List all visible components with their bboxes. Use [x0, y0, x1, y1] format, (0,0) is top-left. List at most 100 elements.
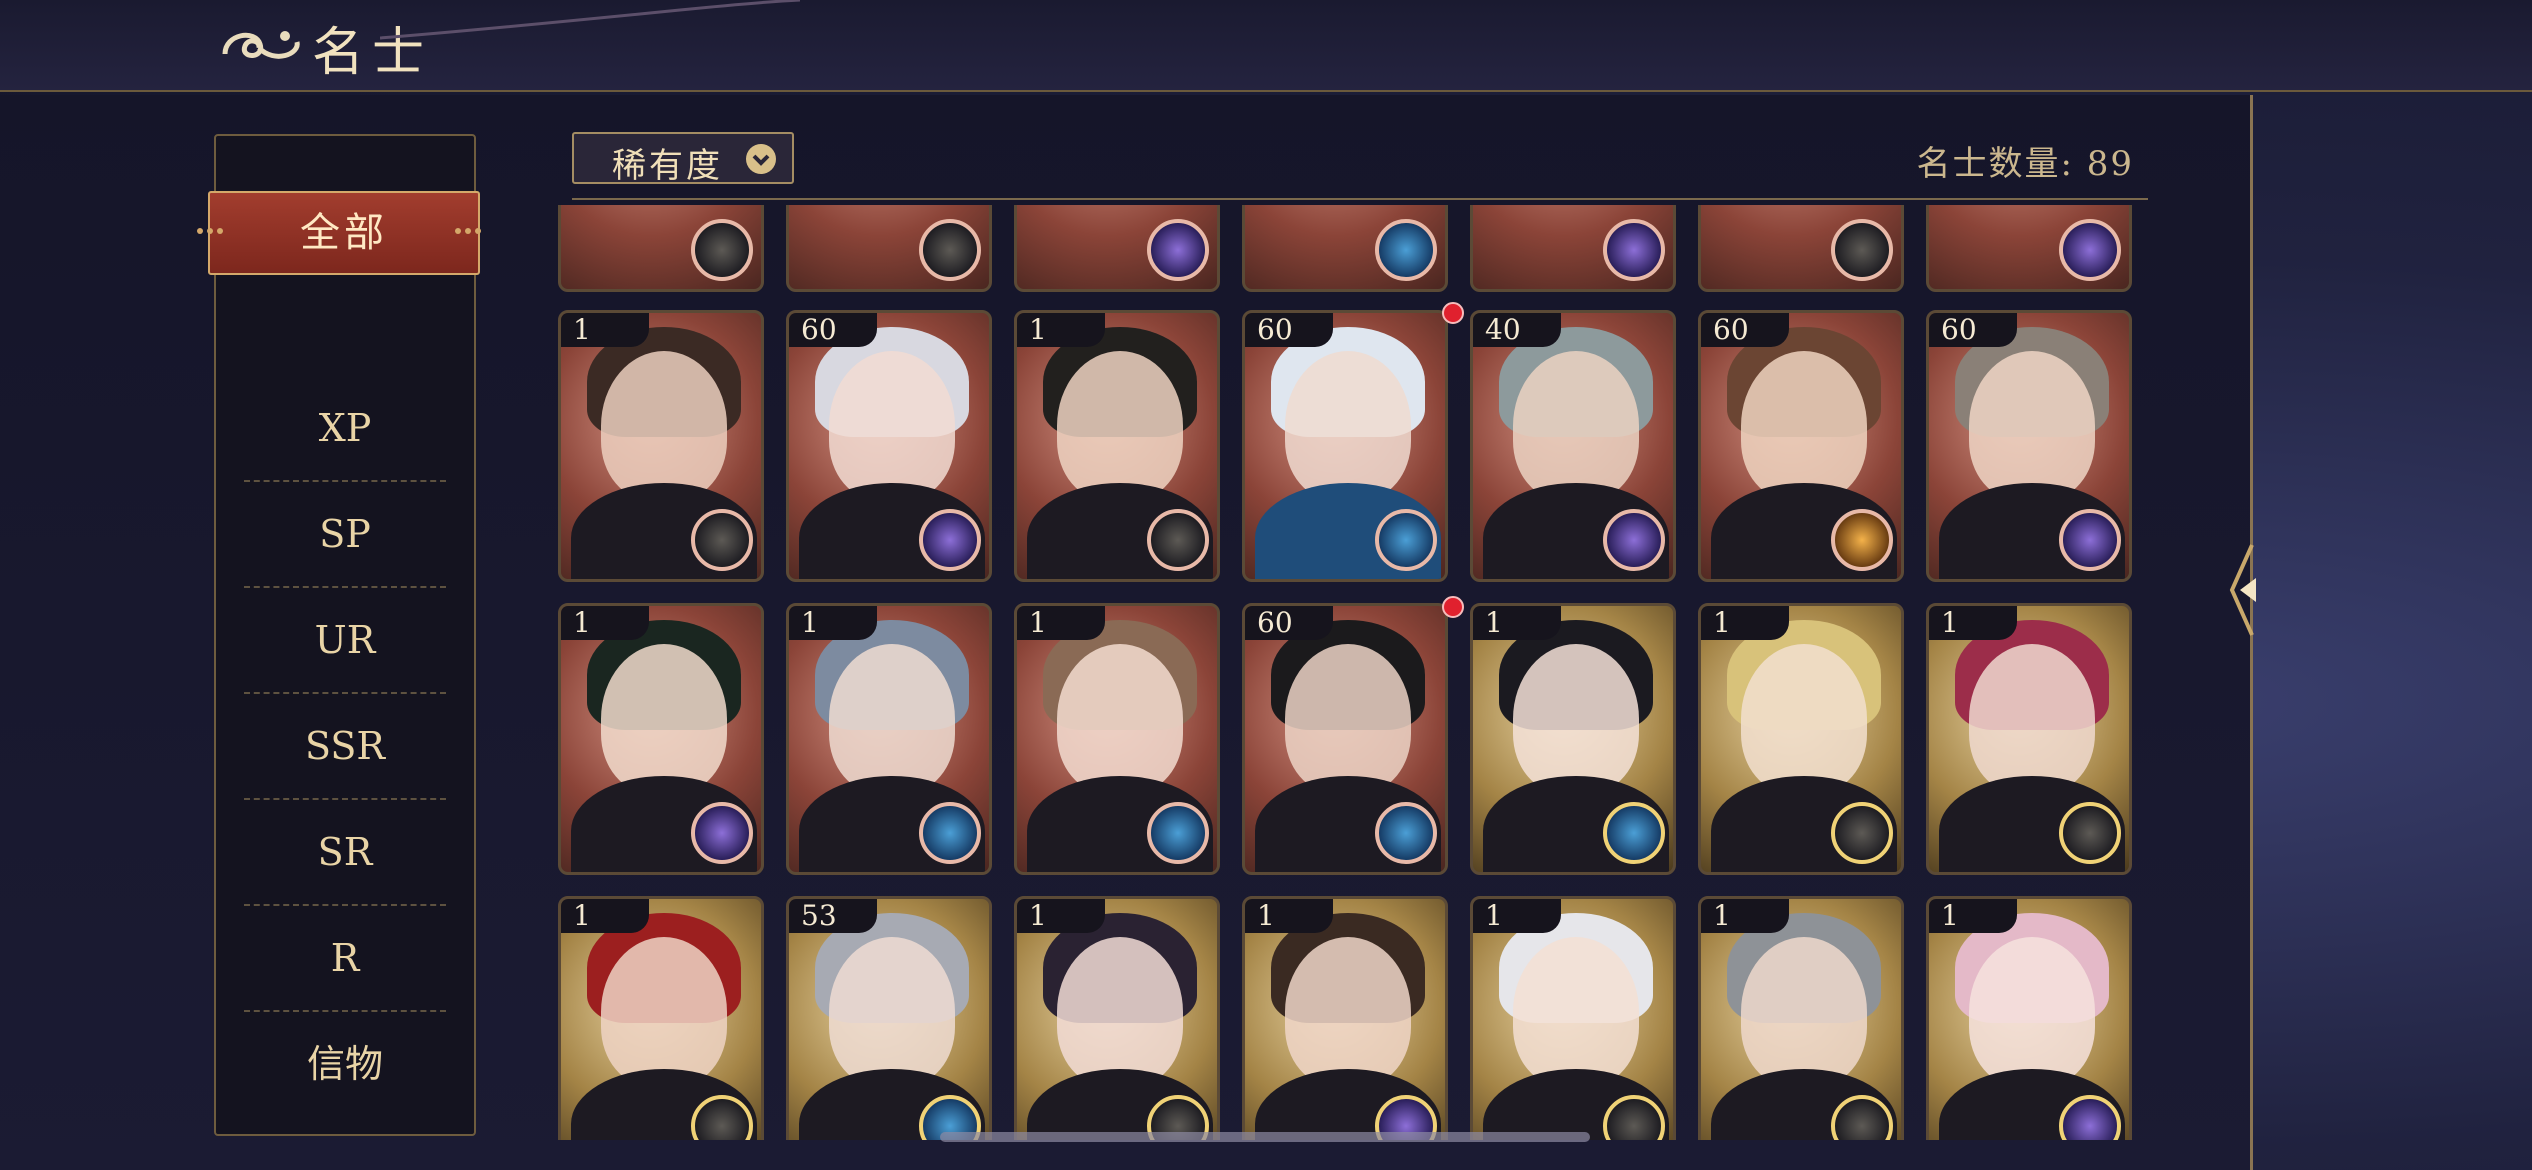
portrait-face — [1285, 351, 1411, 501]
hero-card[interactable] — [1698, 205, 1904, 292]
sidebar-item-xp[interactable]: XP — [244, 376, 446, 482]
planet-icon — [1603, 219, 1665, 281]
portrait-face — [1741, 937, 1867, 1087]
hero-card[interactable]: 1 — [1698, 603, 1904, 875]
hero-count-label: 名士数量: 89 — [1916, 144, 2134, 184]
chevron-down-icon — [746, 144, 776, 174]
ocean-icon — [1375, 219, 1437, 281]
cloud-swirl-icon — [222, 31, 300, 59]
compass-icon — [1831, 219, 1893, 281]
hero-card[interactable] — [1014, 205, 1220, 292]
portrait-face — [601, 351, 727, 501]
hero-card[interactable]: 1 — [1470, 896, 1676, 1140]
portrait-face — [601, 644, 727, 794]
notification-dot — [1442, 596, 1464, 618]
hero-card[interactable]: 53 — [786, 896, 992, 1140]
level-badge: 1 — [789, 606, 877, 640]
portrait-face — [1057, 351, 1183, 501]
ocean-icon — [919, 802, 981, 864]
portrait-face — [1969, 644, 2095, 794]
portrait-face — [1057, 644, 1183, 794]
hero-card[interactable]: 1 — [558, 603, 764, 875]
portrait-face — [1741, 351, 1867, 501]
compass-icon — [691, 219, 753, 281]
header-bar: 名士 — [0, 0, 2532, 92]
level-badge: 60 — [1929, 313, 2017, 347]
compass-icon — [691, 509, 753, 571]
sidebar-item-sp[interactable]: SP — [244, 482, 446, 588]
hero-card[interactable]: 40 — [1470, 310, 1676, 582]
hero-card[interactable]: 1 — [1242, 896, 1448, 1140]
portrait-face — [1741, 644, 1867, 794]
hero-card[interactable]: 60 — [1926, 310, 2132, 582]
planet-icon — [1147, 219, 1209, 281]
portrait-face — [1513, 644, 1639, 794]
hero-card[interactable]: 1 — [1014, 310, 1220, 582]
portrait-face — [829, 644, 955, 794]
hero-card[interactable]: 1 — [786, 603, 992, 875]
level-badge: 40 — [1473, 313, 1561, 347]
level-badge: 1 — [1701, 899, 1789, 933]
level-badge: 60 — [1245, 606, 1333, 640]
hero-card[interactable]: 60 — [1698, 310, 1904, 582]
level-badge: 1 — [1701, 606, 1789, 640]
level-badge: 1 — [1017, 606, 1105, 640]
hero-card[interactable]: 1 — [1470, 603, 1676, 875]
ornament-right — [455, 228, 481, 234]
portrait-face — [1969, 351, 2095, 501]
sidebar-item-keepsake[interactable]: 信物 — [244, 1012, 446, 1116]
portrait-face — [601, 937, 727, 1087]
collapse-arrow-icon[interactable] — [2222, 540, 2270, 640]
planet-icon — [1603, 509, 1665, 571]
hero-card[interactable]: 1 — [1014, 896, 1220, 1140]
hero-card[interactable]: 60 — [1242, 310, 1448, 582]
hero-card[interactable] — [1926, 205, 2132, 292]
ocean-icon — [1147, 802, 1209, 864]
planet-icon — [691, 802, 753, 864]
hero-card[interactable]: 1 — [558, 310, 764, 582]
compass-icon — [1147, 509, 1209, 571]
portrait-face — [1969, 937, 2095, 1087]
hero-card[interactable]: 1 — [558, 896, 764, 1140]
level-badge: 1 — [561, 606, 649, 640]
hero-card[interactable]: 60 — [1242, 603, 1448, 875]
sidebar-item-r[interactable]: R — [244, 906, 446, 1012]
ocean-icon — [1375, 802, 1437, 864]
ocean-icon — [1603, 802, 1665, 864]
hero-card[interactable]: 60 — [786, 310, 992, 582]
hero-card[interactable]: 1 — [1926, 603, 2132, 875]
sidebar-item-sr[interactable]: SR — [244, 800, 446, 906]
portrait-face — [1285, 644, 1411, 794]
horizontal-scrollbar[interactable] — [940, 1132, 1590, 1142]
planet-icon — [2059, 509, 2121, 571]
rarity-filter-dropdown[interactable]: 稀有度 — [572, 132, 794, 186]
portrait-face — [1513, 937, 1639, 1087]
notification-dot — [1442, 302, 1464, 324]
hero-card[interactable] — [558, 205, 764, 292]
planet-icon — [919, 509, 981, 571]
sidebar-item-ssr[interactable]: SSR — [244, 694, 446, 800]
level-badge: 60 — [789, 313, 877, 347]
hero-card[interactable]: 1 — [1014, 603, 1220, 875]
hero-grid: 1 60 1 60 40 60 60 1 1 1 60 1 1 1 1 53 1… — [558, 205, 2148, 1140]
hero-card[interactable]: 1 — [1698, 896, 1904, 1140]
portrait-face — [1513, 351, 1639, 501]
divider — [572, 198, 2148, 200]
hero-card[interactable]: 1 — [1926, 896, 2132, 1140]
rarity-sidebar: XP SP UR SSR SR R 信物 — [214, 134, 476, 1136]
ocean-icon — [1375, 509, 1437, 571]
level-badge: 1 — [561, 313, 649, 347]
portrait-face — [829, 351, 955, 501]
sun-icon — [1831, 509, 1893, 571]
header-decoration — [380, 0, 800, 40]
hero-card[interactable] — [1470, 205, 1676, 292]
compass-icon — [2059, 802, 2121, 864]
sidebar-item-ur[interactable]: UR — [244, 588, 446, 694]
compass-icon — [919, 219, 981, 281]
level-badge: 1 — [1017, 313, 1105, 347]
hero-card[interactable] — [786, 205, 992, 292]
level-badge: 1 — [1929, 899, 2017, 933]
sidebar-item-all[interactable]: 全部 — [208, 191, 480, 275]
planet-icon — [2059, 219, 2121, 281]
hero-card[interactable] — [1242, 205, 1448, 292]
